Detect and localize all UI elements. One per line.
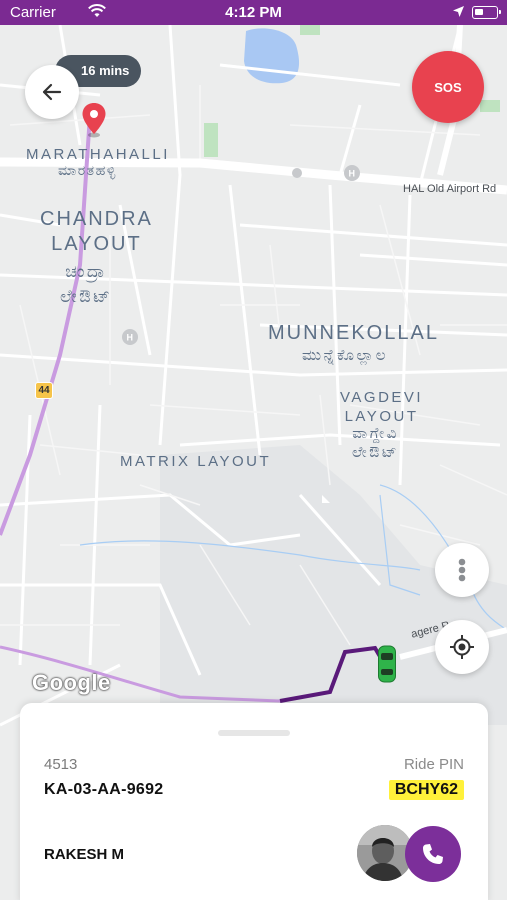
back-button[interactable] [25,65,79,119]
battery-icon [472,6,501,19]
road-label-hal-old-airport: HAL Old Airport Rd [403,183,497,195]
sos-button[interactable]: SOS [412,51,484,123]
status-time: 4:12 PM [225,4,282,21]
ride-pin-badge: BCHY62 [388,780,464,800]
location-arrow-icon [452,5,465,23]
status-bar: Carrier 4:12 PM [0,0,507,25]
phone-icon [423,844,443,864]
area-label-chandra-layout-kn: ಚಂದ್ರಾ ಲೇಔಟ್ [60,262,113,306]
area-label-munnekollal: MUNNEKOLLAL [268,322,439,344]
area-label-matrix-layout: MATRIX LAYOUT [120,453,272,470]
traffic-toggle-button[interactable] [435,543,489,597]
area-label-chandra-layout: CHANDRA LAYOUT [40,208,153,255]
area-label-marathahalli-kn: ಮಾರತಹಳ್ಳಿ [58,162,117,178]
map-pin-icon [81,102,107,143]
svg-text:H: H [349,169,356,179]
area-label-vagdevi-layout: VAGDEVI LAYOUT [340,389,424,425]
svg-text:H: H [127,333,134,343]
driver-name: RAKESH M [44,846,125,863]
highway-shield: 44 [35,382,53,399]
traffic-light-icon [458,558,466,582]
sheet-drag-handle[interactable] [218,730,290,736]
arrow-left-icon [42,83,62,101]
call-driver-button[interactable] [405,826,461,882]
vehicle-model: 4513 [44,756,78,773]
google-attribution-logo: Google [32,670,111,695]
ride-pin-label: Ride PIN [403,756,464,773]
vehicle-plate-number: KA-03-AA-9692 [44,781,164,798]
area-label-vagdevi-layout-kn: ವಾಗ್ದೇವಿ ಲೇಔಟ್ [352,425,400,461]
car-icon [377,645,397,688]
crosshair-icon [450,635,474,659]
recenter-location-button[interactable] [435,620,489,674]
area-label-munnekollal-kn: ಮುನ್ನೆಕೊಲ್ಲಾಲ [302,347,388,364]
ride-details-sheet: 4513 KA-03-AA-9692 Ride PIN BCHY62 RAKES… [20,703,488,900]
